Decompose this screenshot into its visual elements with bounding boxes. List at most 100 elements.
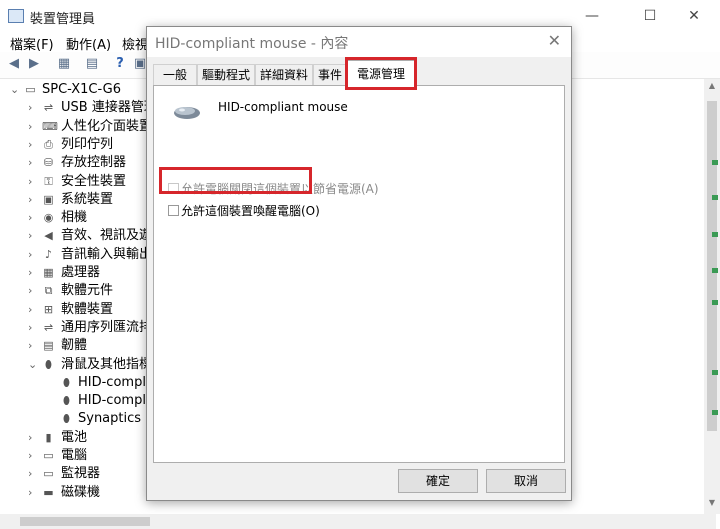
close-window-button[interactable]: ✕	[684, 6, 704, 26]
horizontal-scrollbar[interactable]	[0, 514, 716, 529]
allow-wake-label[interactable]: 允許這個裝置喚醒電腦(O)	[181, 204, 320, 218]
allow-wake-checkbox[interactable]	[168, 205, 179, 216]
device-name: HID-compliant mouse	[218, 100, 348, 114]
chevron-right-icon[interactable]: ›	[28, 337, 38, 355]
dialog-titlebar: HID-compliant mouse - 內容 ✕	[147, 27, 571, 57]
power-management-panel: HID-compliant mouse 允許電腦關閉這個裝置以節省電源(A) 允…	[153, 85, 565, 463]
dialog-title: HID-compliant mouse - 內容	[155, 36, 349, 52]
tree-item-label: 音效、視訊及遊	[61, 228, 153, 244]
chevron-right-icon[interactable]: ›	[28, 154, 38, 172]
monitor-icon: ▭	[43, 467, 54, 481]
chevron-right-icon[interactable]: ›	[28, 173, 38, 191]
partial-icon	[712, 195, 718, 200]
horizontal-scrollbar-thumb[interactable]	[20, 517, 150, 526]
tree-item-label: 系統裝置	[61, 191, 114, 207]
tree-item-label: 滑鼠及其他指標	[61, 356, 153, 372]
tree-item-label: 韌體	[61, 338, 88, 354]
tree-item-label: USB 連接器管理	[61, 100, 157, 116]
tree-item-label: 人性化介面裝置	[61, 118, 153, 134]
partial-icon	[712, 268, 718, 273]
ok-button[interactable]: 確定	[398, 469, 478, 493]
tree-item-label: 列印佇列	[61, 136, 114, 152]
chevron-right-icon[interactable]: ›	[28, 118, 38, 136]
scroll-down-icon[interactable]: ▼	[704, 498, 720, 512]
tab-general[interactable]: 一般	[153, 64, 197, 85]
chevron-right-icon[interactable]: ›	[28, 301, 38, 319]
tree-item-label: 軟體元件	[61, 283, 114, 299]
chevron-right-icon[interactable]: ›	[28, 429, 38, 447]
chevron-down-icon[interactable]: ⌄	[28, 356, 38, 374]
update-icon[interactable]: ▤	[84, 56, 100, 72]
mouse-icon: ⬮	[45, 357, 52, 371]
tree-item-label: 電池	[61, 429, 88, 445]
chevron-right-icon[interactable]: ›	[28, 484, 38, 502]
partial-icon	[712, 300, 718, 305]
device-manager-icon	[8, 9, 24, 23]
hid-icon: ⌨	[42, 119, 58, 133]
allow-power-off-label: 允許電腦關閉這個裝置以節省電源(A)	[181, 182, 379, 196]
scrollbar-thumb[interactable]	[707, 101, 717, 431]
partial-icon	[712, 160, 718, 165]
scroll-up-icon[interactable]: ▲	[704, 81, 720, 95]
chevron-right-icon[interactable]: ›	[28, 319, 38, 337]
computer-icon: ▭	[25, 83, 36, 96]
allow-power-off-option: 允許電腦關閉這個裝置以節省電源(A)	[168, 180, 379, 197]
chevron-right-icon[interactable]: ›	[28, 227, 38, 245]
mouse-icon: ⬮	[63, 375, 70, 389]
chevron-right-icon[interactable]: ›	[28, 191, 38, 209]
tree-item-label: 相機	[61, 210, 88, 226]
tree-item-label: 通用序列匯流排	[61, 319, 153, 335]
allow-power-off-checkbox	[168, 183, 179, 194]
maximize-button[interactable]: ☐	[640, 6, 660, 26]
vertical-scrollbar[interactable]: ▲ ▼	[704, 79, 720, 514]
chevron-right-icon[interactable]: ›	[28, 209, 38, 227]
dialog-close-button[interactable]: ✕	[548, 31, 561, 50]
software-icon: ⊞	[43, 302, 54, 316]
partial-icon	[712, 370, 718, 375]
chevron-right-icon[interactable]: ›	[28, 246, 38, 264]
system-icon: ▣	[43, 192, 54, 206]
tree-item-label: HID-compli	[78, 374, 150, 390]
minimize-button[interactable]: —	[582, 6, 602, 26]
tree-item-label: 處理器	[61, 265, 101, 280]
chevron-right-icon[interactable]: ›	[28, 465, 38, 483]
tab-details[interactable]: 詳細資料	[255, 64, 313, 85]
partial-icon	[712, 232, 718, 237]
forward-arrow-icon[interactable]: ▶	[26, 56, 42, 72]
firmware-icon: ▤	[43, 339, 54, 353]
menu-view[interactable]: 檢視	[122, 34, 148, 53]
tree-item-label: 安全性裝置	[61, 173, 127, 189]
tab-events[interactable]: 事件	[313, 64, 347, 85]
tree-item-label: 音訊輸入與輸出	[61, 246, 153, 262]
menu-file[interactable]: 檔案(F)	[10, 34, 54, 53]
chevron-right-icon[interactable]: ›	[28, 447, 38, 465]
mouse-icon	[174, 107, 200, 119]
chevron-right-icon[interactable]: ›	[28, 282, 38, 300]
component-icon: ⧉	[44, 284, 53, 298]
usb-icon: ⇌	[43, 101, 54, 115]
battery-icon: ▮	[45, 430, 52, 444]
usb-icon: ⇌	[43, 320, 54, 334]
camera-icon: ◉	[43, 211, 54, 225]
tree-item-label: 電腦	[61, 448, 88, 463]
partial-icon	[712, 410, 718, 415]
chevron-right-icon[interactable]: ›	[28, 264, 38, 282]
tab-power-management[interactable]: 電源管理	[347, 60, 415, 87]
mouse-icon: ⬮	[63, 394, 70, 408]
tree-item-label: 存放控制器	[61, 155, 127, 171]
cancel-button[interactable]: 取消	[486, 469, 566, 493]
tree-item-label: 軟體裝置	[61, 301, 114, 317]
tab-driver[interactable]: 驅動程式	[197, 64, 255, 85]
chevron-right-icon[interactable]: ›	[28, 136, 38, 154]
menu-action[interactable]: 動作(A)	[66, 34, 111, 53]
tree-item-label: 磁碟機	[61, 484, 101, 500]
help-icon[interactable]: ?	[112, 56, 128, 72]
properties-icon[interactable]: ▦	[56, 56, 72, 72]
processor-icon: ▦	[43, 266, 54, 279]
chevron-down-icon[interactable]: ⌄	[10, 81, 20, 99]
computer-icon: ▭	[43, 449, 54, 462]
tree-item-label: 監視器	[61, 466, 101, 482]
back-arrow-icon[interactable]: ◀	[6, 56, 22, 72]
chevron-right-icon[interactable]: ›	[28, 99, 38, 117]
allow-wake-option[interactable]: 允許這個裝置喚醒電腦(O)	[168, 202, 320, 219]
